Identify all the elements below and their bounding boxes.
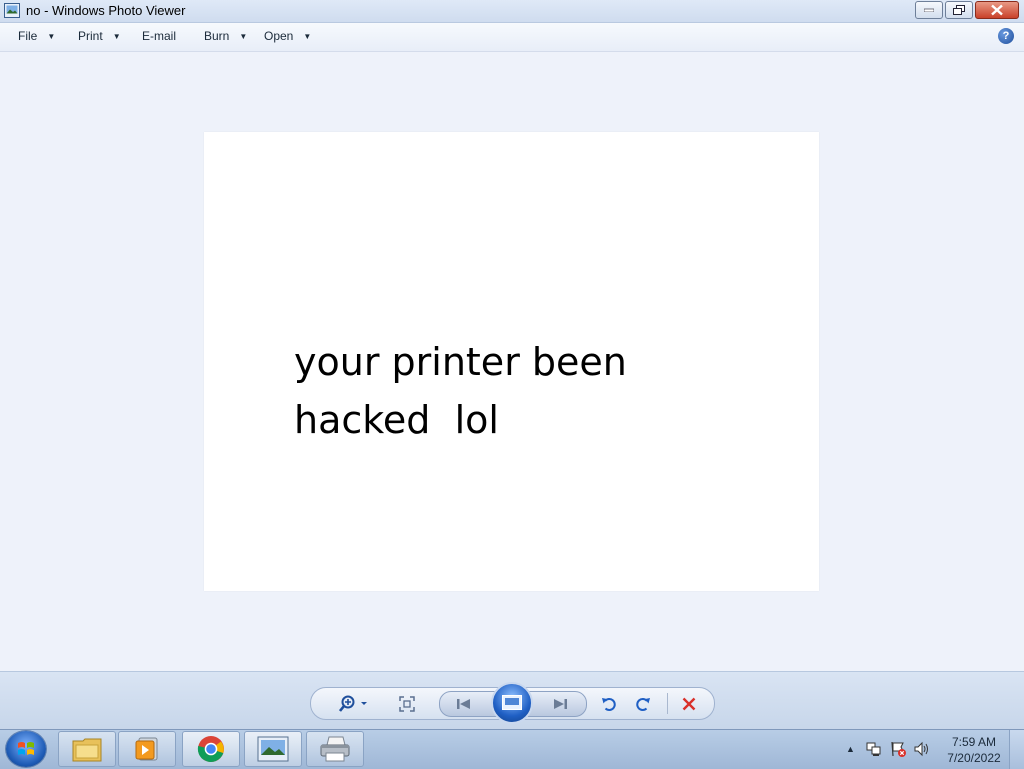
slideshow-button[interactable] bbox=[491, 682, 533, 724]
menu-email[interactable]: E-mail bbox=[142, 29, 176, 43]
action-center-icon[interactable] bbox=[890, 741, 906, 757]
clock-date: 7/20/2022 bbox=[947, 751, 1001, 765]
menu-bar: File ▼ Print ▼ E-mail Burn ▼ Open ▼ ? bbox=[0, 23, 1024, 52]
menu-print-label: Print bbox=[78, 29, 103, 43]
taskbar-photo-viewer[interactable] bbox=[244, 731, 302, 767]
close-icon bbox=[991, 4, 1003, 16]
chevron-down-icon: ▼ bbox=[239, 31, 248, 41]
next-icon bbox=[554, 699, 567, 709]
menu-file-label: File bbox=[18, 29, 38, 43]
control-bar bbox=[0, 671, 1024, 730]
close-button[interactable] bbox=[975, 1, 1019, 19]
menu-print[interactable]: Print ▼ bbox=[78, 29, 121, 43]
chevron-down-icon: ▼ bbox=[47, 31, 56, 41]
restore-button[interactable] bbox=[945, 1, 973, 19]
chrome-icon bbox=[197, 736, 224, 763]
zoom-icon bbox=[339, 695, 367, 712]
chevron-down-icon: ▼ bbox=[303, 31, 312, 41]
rotate-cw-icon bbox=[636, 698, 650, 711]
menu-burn[interactable]: Burn ▼ bbox=[204, 29, 247, 43]
photo-viewer-icon bbox=[4, 3, 20, 18]
taskbar: ▲ 7:59 AM 7/20/2022 bbox=[0, 729, 1024, 769]
image-text-line-2: hacked lol bbox=[294, 398, 499, 442]
previous-icon bbox=[457, 699, 470, 709]
taskbar-media-player[interactable] bbox=[118, 731, 176, 767]
file-explorer-icon bbox=[72, 738, 102, 762]
network-icon[interactable] bbox=[866, 741, 882, 757]
delete-icon bbox=[682, 697, 696, 711]
media-player-icon bbox=[135, 737, 158, 761]
menu-email-label: E-mail bbox=[142, 29, 177, 43]
clock-time: 7:59 AM bbox=[951, 735, 997, 749]
menu-burn-label: Burn bbox=[204, 29, 230, 43]
rotate-counterclockwise-button[interactable] bbox=[597, 694, 621, 714]
printer-icon bbox=[320, 736, 350, 762]
next-button[interactable] bbox=[548, 694, 572, 714]
chevron-down-icon: ▼ bbox=[112, 31, 121, 41]
rotate-clockwise-button[interactable] bbox=[631, 694, 655, 714]
zoom-button[interactable] bbox=[337, 694, 371, 714]
restore-icon bbox=[953, 5, 965, 15]
taskbar-printer[interactable] bbox=[306, 731, 364, 767]
control-pill bbox=[310, 682, 715, 724]
minimize-icon bbox=[924, 8, 934, 12]
image-text-line-1: your printer been bbox=[294, 340, 627, 384]
taskbar-file-explorer[interactable] bbox=[58, 731, 116, 767]
minimize-button[interactable] bbox=[915, 1, 943, 19]
taskbar-chrome[interactable] bbox=[182, 731, 240, 767]
menu-open-label: Open bbox=[264, 29, 294, 43]
menu-open[interactable]: Open ▼ bbox=[264, 29, 311, 43]
slideshow-icon bbox=[502, 695, 522, 710]
previous-button[interactable] bbox=[452, 694, 476, 714]
show-desktop-button[interactable] bbox=[1009, 730, 1024, 769]
delete-button[interactable] bbox=[677, 694, 701, 714]
separator bbox=[667, 693, 668, 714]
title-bar: no - Windows Photo Viewer bbox=[0, 0, 1024, 23]
volume-icon[interactable] bbox=[914, 741, 930, 757]
image-viewport: your printer been hacked lol bbox=[0, 52, 1024, 671]
actual-size-button[interactable] bbox=[395, 694, 419, 714]
system-clock[interactable]: 7:59 AM 7/20/2022 bbox=[940, 734, 1008, 766]
actual-size-icon bbox=[399, 696, 415, 712]
rotate-ccw-icon bbox=[602, 698, 616, 711]
displayed-image: your printer been hacked lol bbox=[204, 132, 819, 591]
help-icon[interactable]: ? bbox=[998, 28, 1014, 44]
start-button[interactable] bbox=[6, 731, 46, 767]
show-hidden-icons-button[interactable]: ▲ bbox=[846, 744, 855, 754]
menu-file[interactable]: File ▼ bbox=[18, 29, 55, 43]
start-orb-icon bbox=[18, 742, 34, 755]
photo-viewer-taskbar-icon bbox=[257, 736, 289, 762]
window-title: no - Windows Photo Viewer bbox=[26, 3, 186, 18]
